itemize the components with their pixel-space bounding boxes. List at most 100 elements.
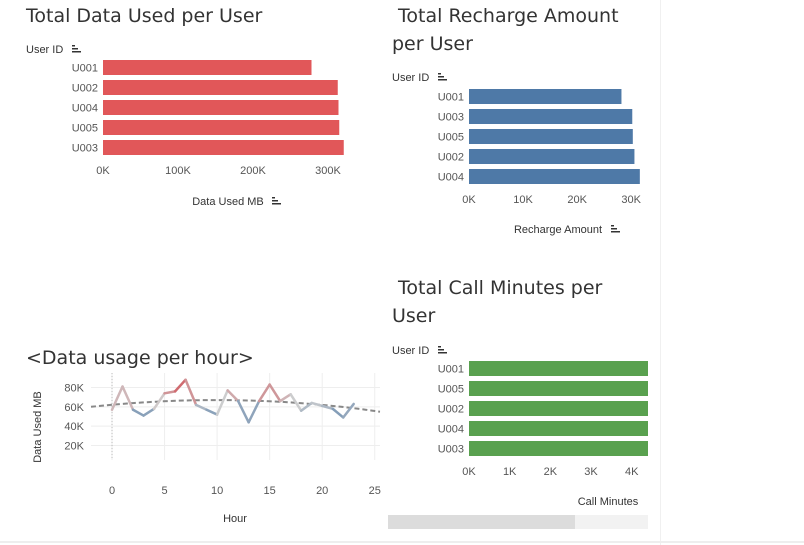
- data_used-x-sort-icon-bar-1: [272, 197, 275, 199]
- data_used-y-sort-icon: [72, 45, 81, 53]
- hourly-line-segment: [310, 401, 324, 408]
- call_minutes-bar: [469, 401, 648, 416]
- recharge-category-label: U002: [438, 152, 464, 164]
- call_minutes-y-sort-icon: [438, 346, 447, 354]
- call_minutes-bar: [469, 381, 648, 396]
- recharge-y-axis-title: User ID: [392, 72, 429, 84]
- recharge-x-tick-label: 0K: [462, 194, 476, 206]
- recharge-x-tick-label: 10K: [513, 194, 533, 206]
- hourly-x-tick-label: 10: [211, 485, 223, 497]
- call_minutes-y-axis-title: User ID: [392, 345, 429, 357]
- hourly-line-segment: [247, 399, 261, 424]
- hourly-line-segment: [131, 408, 145, 417]
- recharge-category-label: U005: [438, 132, 464, 144]
- data_used-y-sort-icon-bar-1: [72, 45, 75, 47]
- recharge-bar: [469, 109, 633, 124]
- call_minutes-bar: [469, 421, 648, 436]
- recharge-bar: [469, 89, 622, 104]
- data_used-category-label: U003: [72, 143, 98, 155]
- bottom-divider: [0, 541, 804, 543]
- scrollbar-thumb[interactable]: [388, 515, 576, 529]
- data_used-bar: [103, 120, 340, 135]
- hourly-y-tick-label: 60K: [64, 402, 84, 414]
- recharge-chart[interactable]: User ID U001 U003 U005 U002 U004 0K 10K 20K 30K Re…: [380, 0, 680, 250]
- call-minutes-panel: Total Call Minutes per User User ID U001 U…: [380, 270, 670, 540]
- right-edge-divider: [660, 0, 661, 545]
- horizontal-scrollbar[interactable]: [388, 515, 648, 529]
- data_used-category-label: U004: [72, 103, 98, 115]
- recharge-x-sort-icon: [611, 225, 620, 233]
- hourly-y-tick-label: 40K: [64, 421, 84, 433]
- call-minutes-chart[interactable]: User ID U001 U005 U002 U004 U003 0K 1K 2K 3K 4K Cal…: [380, 270, 670, 540]
- hourly-chart[interactable]: 20K40K60K80K0 5 10 15 20 25HourData Used MB: [0, 335, 385, 535]
- recharge-category-label: U003: [438, 112, 464, 124]
- data_used-x-tick-label: 300K: [315, 165, 341, 177]
- call_minutes-x-tick-label: 0K: [462, 466, 476, 478]
- data_used-x-sort-icon-bar-3: [272, 203, 281, 205]
- data_used-category-label: U002: [72, 83, 98, 95]
- call_minutes-category-label: U005: [438, 384, 464, 396]
- data_used-x-tick-label: 0K: [96, 165, 110, 177]
- data-used-panel: Total Data Used per User User ID U001 U002…: [0, 0, 380, 220]
- hourly-y-axis-title: Data Used MB: [32, 391, 44, 463]
- data_used-bar: [103, 60, 312, 75]
- hourly-line-segment: [173, 378, 187, 393]
- recharge-category-label: U001: [438, 92, 464, 104]
- data_used-y-sort-icon-bar-2: [72, 48, 78, 50]
- hourly-line-segment: [110, 385, 124, 411]
- recharge-x-sort-icon-bar-2: [611, 228, 617, 230]
- hourly-x-tick-label: 15: [264, 485, 276, 497]
- hourly-line-segment: [121, 385, 135, 411]
- recharge-bar: [469, 149, 635, 164]
- call_minutes-category-label: U003: [438, 444, 464, 456]
- data-used-chart[interactable]: User ID U001 U002 U004 U005 U003 0K 100K 200K 300…: [0, 0, 380, 220]
- recharge-y-sort-icon: [438, 73, 447, 81]
- data_used-x-tick-label: 200K: [240, 165, 266, 177]
- call_minutes-y-sort-icon-bar-2: [438, 349, 444, 351]
- hourly-x-tick-label: 5: [162, 485, 168, 497]
- data_used-x-axis-title: Data Used MB: [192, 196, 264, 208]
- recharge-bar: [469, 169, 640, 184]
- recharge-bar: [469, 129, 633, 144]
- recharge-x-sort-icon-bar-3: [611, 231, 620, 233]
- call_minutes-x-axis-title: Call Minutes: [578, 496, 639, 508]
- call_minutes-x-tick-label: 1K: [503, 466, 517, 478]
- recharge-x-axis-title: Recharge Amount: [514, 224, 602, 236]
- recharge-y-sort-icon-bar-1: [438, 73, 441, 75]
- recharge-y-sort-icon-bar-3: [438, 79, 447, 81]
- data_used-category-label: U005: [72, 123, 98, 135]
- hourly-line-segment: [278, 393, 292, 403]
- recharge-category-label: U004: [438, 172, 464, 184]
- call_minutes-bar: [469, 441, 648, 456]
- recharge-panel: Total Recharge Amount per User User ID U0…: [380, 0, 680, 250]
- recharge-x-sort-icon-bar-1: [611, 225, 614, 227]
- data_used-y-axis-title: User ID: [26, 44, 63, 56]
- hourly-y-tick-label: 20K: [64, 441, 84, 453]
- call_minutes-y-sort-icon-bar-3: [438, 352, 447, 354]
- hourly-x-tick-label: 20: [316, 485, 328, 497]
- call_minutes-bar: [469, 361, 648, 376]
- recharge-x-tick-label: 30K: [621, 194, 641, 206]
- recharge-y-sort-icon-bar-2: [438, 76, 444, 78]
- data_used-x-sort-icon-bar-2: [272, 200, 278, 202]
- call_minutes-category-label: U004: [438, 424, 464, 436]
- data_used-bar: [103, 80, 338, 95]
- call_minutes-category-label: U001: [438, 364, 464, 376]
- data_used-x-sort-icon: [272, 197, 281, 205]
- data_used-y-sort-icon-bar-3: [72, 51, 81, 53]
- hourly-line-segment: [215, 389, 229, 416]
- hourly-line-segment: [331, 407, 345, 419]
- call_minutes-y-sort-icon-bar-1: [438, 346, 441, 348]
- data_used-category-label: U001: [72, 63, 98, 75]
- call_minutes-x-tick-label: 3K: [584, 466, 598, 478]
- hourly-panel: <Data usage per hour> 20K 40K 60K 80K 0 5 10 15…: [0, 335, 385, 535]
- hourly-line-segment: [142, 407, 156, 417]
- hourly-line-segment: [163, 390, 177, 395]
- hourly-x-axis-title: Hour: [223, 513, 247, 525]
- hourly-line-segment: [236, 399, 250, 424]
- call_minutes-category-label: U002: [438, 404, 464, 416]
- call_minutes-x-tick-label: 4K: [625, 466, 639, 478]
- data_used-bar: [103, 140, 344, 155]
- hourly-y-tick-label: 80K: [64, 383, 84, 395]
- data_used-x-tick-label: 100K: [165, 165, 191, 177]
